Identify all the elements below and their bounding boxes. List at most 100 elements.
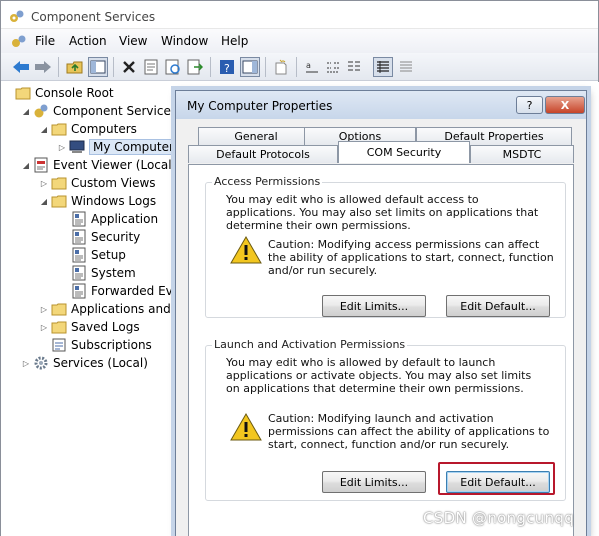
help-button[interactable]: ? xyxy=(516,96,543,114)
log-icon xyxy=(72,265,86,281)
menu-help[interactable]: Help xyxy=(221,34,248,48)
menu-window[interactable]: Window xyxy=(161,34,208,48)
tree-node-component-services[interactable]: ◢ Component Services xyxy=(21,102,177,120)
collapse-icon[interactable]: ◢ xyxy=(21,161,31,170)
tree-node-console-root[interactable]: Console Root xyxy=(15,84,114,102)
back-icon[interactable] xyxy=(11,57,31,77)
menu-file[interactable]: File xyxy=(35,34,55,48)
collapse-icon[interactable]: ◢ xyxy=(39,197,49,206)
folder-icon xyxy=(51,303,67,316)
expand-icon[interactable]: ▷ xyxy=(39,305,49,314)
component-services-window: Component Services File Action View Wind… xyxy=(0,0,599,536)
tree-node-services-local[interactable]: ▷ Services (Local) xyxy=(21,354,148,372)
expand-icon[interactable]: ▷ xyxy=(39,179,49,188)
tab-label: General xyxy=(234,130,278,143)
tree-node-system[interactable]: System xyxy=(71,264,136,282)
tree-label: Setup xyxy=(91,248,126,262)
export-list-icon[interactable] xyxy=(185,57,205,77)
expand-icon[interactable]: ▷ xyxy=(39,323,49,332)
menu-view[interactable]: View xyxy=(119,34,147,48)
delete-icon[interactable] xyxy=(119,57,139,77)
tree-node-event-viewer[interactable]: ◢ Event Viewer (Local) xyxy=(21,156,176,174)
tree-node-setup[interactable]: Setup xyxy=(71,246,126,264)
list-view-icon[interactable] xyxy=(344,57,364,77)
launch-edit-limits-button[interactable]: Edit Limits... xyxy=(322,471,426,493)
tree-label: Subscriptions xyxy=(71,338,152,352)
menu-action[interactable]: Action xyxy=(69,34,107,48)
log-icon xyxy=(72,247,86,263)
highlight-box xyxy=(438,462,555,495)
tree-label: Services (Local) xyxy=(53,356,148,370)
watermark: CSDN @nongcunqq xyxy=(423,509,575,527)
close-button[interactable]: X xyxy=(545,96,585,114)
help-icon: ? xyxy=(526,98,533,112)
access-edit-limits-button[interactable]: Edit Limits... xyxy=(322,295,426,317)
window-title: Component Services xyxy=(31,10,156,24)
group-title: Access Permissions xyxy=(212,175,323,188)
tab-com-security[interactable]: COM Security xyxy=(338,141,470,163)
new-object-icon[interactable] xyxy=(271,57,291,77)
small-icons-view-icon[interactable] xyxy=(323,57,343,77)
gear-icon xyxy=(34,356,48,370)
computer-icon xyxy=(69,140,85,153)
subscriptions-icon xyxy=(52,338,66,352)
large-icons-view-icon[interactable]: a xyxy=(302,57,322,77)
tree-label: Custom Views xyxy=(71,176,156,190)
log-icon xyxy=(72,229,86,245)
console-tree: Console Root ◢ Component Services ◢ Comp… xyxy=(1,82,177,536)
tree-node-windows-logs[interactable]: ◢ Windows Logs xyxy=(39,192,156,210)
tree-node-applications-and-services[interactable]: ▷ Applications and Se xyxy=(39,300,177,318)
refresh-icon[interactable] xyxy=(163,57,183,77)
warning-icon xyxy=(230,412,262,441)
svg-text:?: ? xyxy=(224,62,230,75)
tree-label: Security xyxy=(91,230,141,244)
group-description: You may edit who is allowed by default t… xyxy=(226,356,532,395)
tree-node-forwarded-events[interactable]: Forwarded Even xyxy=(71,282,177,300)
log-icon xyxy=(72,283,86,299)
tree-label: Forwarded Even xyxy=(91,284,177,298)
tree-label: Applications and Se xyxy=(71,302,177,316)
expand-icon[interactable]: ▷ xyxy=(57,143,67,152)
folder-icon xyxy=(15,87,31,100)
dialog-title: My Computer Properties xyxy=(187,99,333,113)
tree-label: Event Viewer (Local) xyxy=(53,158,177,172)
expand-icon[interactable]: ▷ xyxy=(21,359,31,368)
up-folder-icon[interactable] xyxy=(65,57,85,77)
collapse-icon[interactable]: ◢ xyxy=(21,107,31,116)
configure-view-icon[interactable] xyxy=(396,57,416,77)
tree-node-custom-views[interactable]: ▷ Custom Views xyxy=(39,174,156,192)
tree-node-security[interactable]: Security xyxy=(71,228,140,246)
tab-msdtc[interactable]: MSDTC xyxy=(470,145,574,163)
tree-label-selected: My Computer xyxy=(89,139,177,155)
tab-general[interactable]: General xyxy=(198,127,314,145)
group-title: Launch and Activation Permissions xyxy=(212,338,408,351)
access-permissions-group: Access Permissions You may edit who is a… xyxy=(205,175,566,318)
group-description: You may edit who is allowed default acce… xyxy=(226,193,539,232)
close-icon: X xyxy=(560,98,570,112)
show-action-pane-icon[interactable] xyxy=(240,57,260,77)
tree-label: Component Services xyxy=(53,104,177,118)
dialog-title-bar: My Computer Properties ? X xyxy=(176,91,586,119)
tree-node-saved-logs[interactable]: ▷ Saved Logs xyxy=(39,318,140,336)
tree-node-subscriptions[interactable]: Subscriptions xyxy=(51,336,152,354)
tree-label: Console Root xyxy=(35,86,114,100)
tree-label: Windows Logs xyxy=(71,194,157,208)
folder-icon xyxy=(51,177,67,190)
folder-icon xyxy=(51,321,67,334)
help-icon[interactable]: ? xyxy=(217,57,237,77)
forward-icon[interactable] xyxy=(33,57,53,77)
system-menu-icon[interactable] xyxy=(11,34,27,48)
tab-default-protocols[interactable]: Default Protocols xyxy=(188,145,338,163)
properties-icon[interactable] xyxy=(141,57,161,77)
svg-text:a: a xyxy=(306,61,311,70)
show-tree-icon[interactable] xyxy=(88,57,108,77)
collapse-icon[interactable]: ◢ xyxy=(39,125,49,134)
tree-node-computers[interactable]: ◢ Computers xyxy=(39,120,137,138)
tree-label: System xyxy=(91,266,136,280)
tab-label: Default Protocols xyxy=(216,148,310,161)
tree-node-application[interactable]: Application xyxy=(71,210,158,228)
detail-view-icon[interactable] xyxy=(373,57,393,77)
tree-node-my-computer[interactable]: ▷ My Computer xyxy=(57,138,177,156)
component-services-icon xyxy=(10,10,24,22)
access-edit-default-button[interactable]: Edit Default... xyxy=(446,295,550,317)
